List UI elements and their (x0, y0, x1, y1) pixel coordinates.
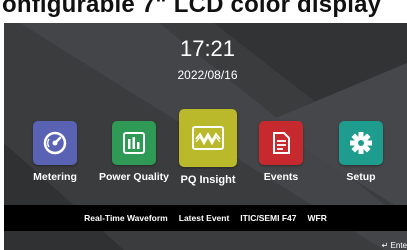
top-banner: onfigurable 7" LCD color display (0, 0, 407, 23)
tile-label-metering: Metering (33, 171, 77, 183)
setup-tile-button[interactable] (339, 121, 383, 165)
banner-caption: onfigurable 7" LCD color display (2, 0, 382, 18)
home-screen: 17:21 2022/08/16 Metering Power Quality (4, 23, 407, 250)
clock-date: 2022/08/16 (177, 68, 238, 82)
tile-label-events: Events (263, 171, 299, 183)
quick-link-itic-semi-f47[interactable]: ITIC/SEMI F47 (232, 213, 299, 223)
tile-label-power-quality: Power Quality (98, 171, 170, 183)
quick-access-bar: Real-Time Waveform Latest Event ITIC/SEM… (4, 205, 407, 231)
events-tile-button[interactable] (259, 121, 303, 165)
quick-link-wfr[interactable]: WFR (300, 213, 330, 223)
quick-link-real-time-waveform[interactable]: Real-Time Waveform (81, 213, 171, 223)
tile-label-pq-insight: PQ Insight (180, 174, 236, 186)
gauge-icon (43, 131, 67, 155)
metering-tile-button[interactable] (33, 121, 77, 165)
bar-chart-icon (123, 132, 145, 154)
tile-setup[interactable]: Setup (335, 121, 387, 183)
tile-events[interactable]: Events (255, 121, 307, 183)
clock-time: 17:21 (179, 36, 236, 61)
enter-hint: ↵ Ente (381, 241, 407, 250)
quick-link-latest-event[interactable]: Latest Event (171, 213, 233, 223)
document-icon (273, 132, 290, 154)
waveform-icon (192, 126, 224, 150)
power-quality-tile-button[interactable] (112, 121, 156, 165)
tile-pq-insight[interactable]: PQ Insight (177, 109, 239, 186)
tile-power-quality[interactable]: Power Quality (94, 121, 174, 183)
pq-insight-tile-button[interactable] (179, 109, 237, 167)
tile-label-setup: Setup (346, 171, 376, 183)
tile-metering[interactable]: Metering (29, 121, 81, 183)
gear-icon (350, 132, 372, 154)
